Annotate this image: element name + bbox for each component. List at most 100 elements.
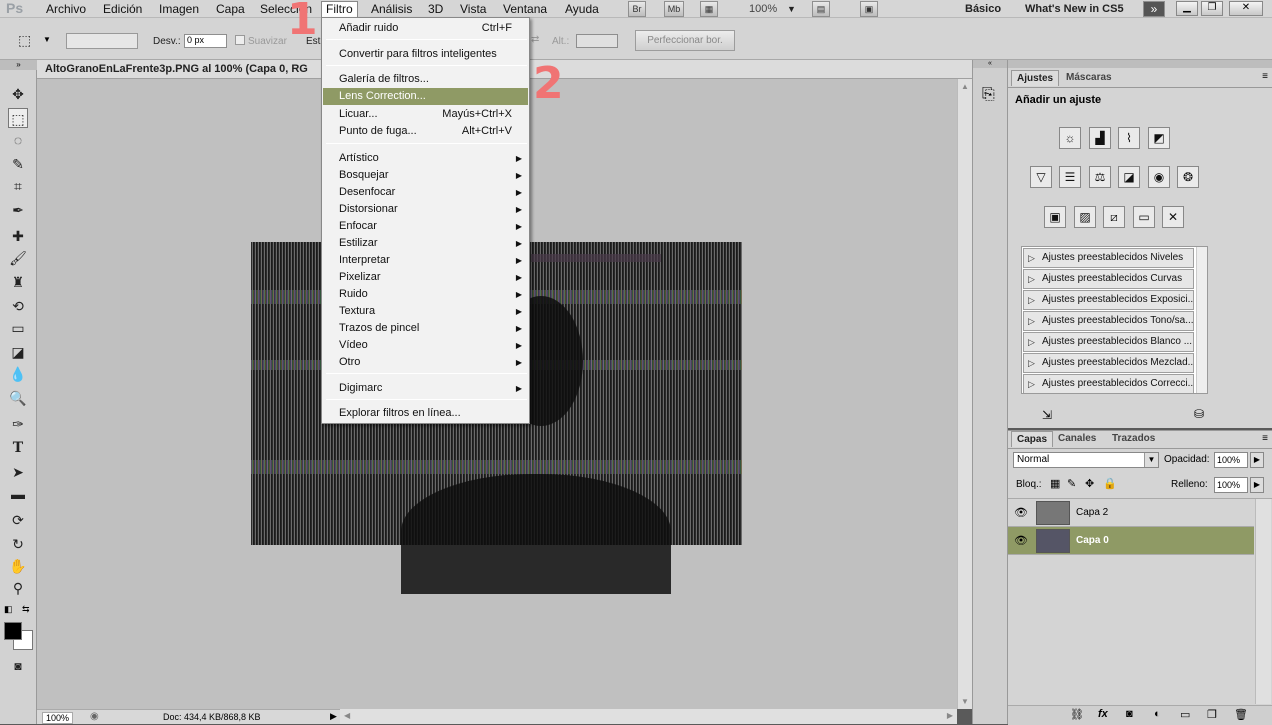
expand-view-icon[interactable]: ⇲	[1042, 408, 1052, 422]
panel-menu-icon[interactable]: ≡	[1262, 71, 1268, 82]
preset-mezclador[interactable]: ▷ Ajustes preestablecidos Mezclad...	[1023, 353, 1194, 373]
menu-item-otro[interactable]: Otro ▶	[323, 354, 528, 371]
layer-row-capa-2[interactable]: 👁 Capa 2	[1008, 499, 1254, 527]
selective-color-icon[interactable]: ✕	[1162, 206, 1184, 228]
panel-menu-icon[interactable]: ≡	[1262, 433, 1268, 444]
lock-transparency-icon[interactable]: ▦	[1050, 477, 1060, 490]
menu-item-vanishing-point[interactable]: Punto de fuga... Alt+Ctrl+V	[323, 123, 528, 140]
eye-icon[interactable]: 👁	[1014, 506, 1028, 519]
preset-correccion[interactable]: ▷ Ajustes preestablecidos Correcci...	[1023, 374, 1194, 393]
crop-tool-icon[interactable]: ⌗	[8, 176, 28, 196]
menu-item-interpretar[interactable]: Interpretar ▶	[323, 252, 528, 269]
eraser-tool-icon[interactable]: ▭	[8, 318, 28, 338]
curves-icon[interactable]: ⌇	[1118, 127, 1140, 149]
path-selection-tool-icon[interactable]: ➤	[8, 462, 28, 482]
layer-style-icon[interactable]: fx	[1098, 708, 1108, 720]
tab-canales[interactable]: Canales	[1053, 431, 1101, 447]
invert-icon[interactable]: ▣	[1044, 206, 1066, 228]
quick-selection-tool-icon[interactable]: ✎	[8, 154, 28, 174]
bridge-button[interactable]: Br	[628, 1, 646, 17]
workspace-basico[interactable]: Básico	[965, 1, 1001, 17]
gradient-map-icon[interactable]: ▭	[1133, 206, 1155, 228]
opacity-slider-arrow-icon[interactable]: ▶	[1250, 452, 1264, 468]
dodge-tool-icon[interactable]: 🔍	[8, 388, 28, 408]
blur-tool-icon[interactable]: 💧	[8, 364, 28, 384]
threshold-icon[interactable]: ⧄	[1103, 206, 1125, 228]
3d-rotate-tool-icon[interactable]: ⟳	[8, 510, 28, 530]
menu-edicion[interactable]: Edición	[99, 1, 146, 17]
menu-imagen[interactable]: Imagen	[155, 1, 203, 17]
menu-analisis[interactable]: Análisis	[367, 1, 416, 17]
screen-mode-icon[interactable]: ▣	[860, 1, 878, 17]
hand-tool-icon[interactable]: ✋	[8, 556, 28, 576]
restore-icon[interactable]: ❐	[1201, 1, 1223, 16]
presets-scrollbar[interactable]	[1196, 247, 1207, 393]
new-adjustment-layer-icon[interactable]: ◐	[1154, 708, 1161, 720]
height-input[interactable]	[576, 34, 618, 48]
lasso-tool-icon[interactable]: ◌	[8, 130, 28, 150]
menu-3d[interactable]: 3D	[424, 1, 447, 17]
color-balance-icon[interactable]: ⚖	[1089, 166, 1111, 188]
horizontal-scrollbar[interactable]: ◀ ▶	[340, 709, 957, 724]
menu-item-add-noise[interactable]: Añadir ruido Ctrl+F	[323, 20, 528, 37]
workspace-whats-new[interactable]: What's New in CS5	[1025, 1, 1124, 17]
lock-pixels-icon[interactable]: ✎	[1067, 477, 1076, 490]
opacity-input[interactable]: 100%	[1214, 452, 1248, 468]
menu-item-desenfocar[interactable]: Desenfocar ▶	[323, 184, 528, 201]
marquee-tool-icon[interactable]: ⬚	[8, 108, 28, 128]
tab-mascaras[interactable]: Máscaras	[1061, 70, 1117, 86]
link-layers-icon[interactable]: ⛓	[1070, 708, 1084, 721]
default-colors-icon[interactable]: ◧	[4, 604, 13, 615]
menu-item-lens-correction[interactable]: Lens Correction...	[323, 88, 528, 105]
view-extras-icon[interactable]: ▦	[700, 1, 718, 17]
tab-ajustes[interactable]: Ajustes	[1011, 70, 1060, 86]
clone-stamp-tool-icon[interactable]: ♜	[8, 272, 28, 292]
menu-capa[interactable]: Capa	[212, 1, 249, 17]
menu-item-ruido[interactable]: Ruido ▶	[323, 286, 528, 303]
photo-filter-icon[interactable]: ◉	[1148, 166, 1170, 188]
preset-blanco-negro[interactable]: ▷ Ajustes preestablecidos Blanco ...	[1023, 332, 1194, 352]
history-panel-icon[interactable]: ⎘	[982, 86, 995, 104]
3d-orbit-tool-icon[interactable]: ↻	[8, 534, 28, 554]
black-white-icon[interactable]: ◪	[1118, 166, 1140, 188]
lock-position-icon[interactable]: ✥	[1085, 477, 1094, 490]
foreground-color-swatch[interactable]	[4, 622, 22, 640]
more-workspaces-icon[interactable]: »	[1143, 1, 1165, 17]
clip-to-layer-icon[interactable]: ⛁	[1194, 407, 1204, 421]
fill-input[interactable]: 100%	[1214, 477, 1248, 493]
trash-icon[interactable]: 🗑	[1234, 708, 1248, 721]
marquee-preset-icon[interactable]: ⬚	[18, 32, 31, 49]
preset-curvas[interactable]: ▷ Ajustes preestablecidos Curvas	[1023, 269, 1194, 289]
minimize-icon[interactable]: ▁	[1176, 1, 1198, 16]
brush-tool-icon[interactable]: 🖌	[8, 248, 28, 268]
preset-exposicion[interactable]: ▷ Ajustes preestablecidos Exposici...	[1023, 290, 1194, 310]
history-brush-tool-icon[interactable]: ⟲	[8, 296, 28, 316]
add-mask-icon[interactable]: ◙	[1126, 708, 1133, 720]
arrange-documents-icon[interactable]: ▤	[812, 1, 830, 17]
refine-edge-button[interactable]: Perfeccionar bor.	[635, 30, 735, 51]
menu-item-pixelizar[interactable]: Pixelizar ▶	[323, 269, 528, 286]
feather-input[interactable]: 0 px	[184, 34, 227, 48]
preset-niveles[interactable]: ▷ Ajustes preestablecidos Niveles	[1023, 248, 1194, 268]
hue-saturation-icon[interactable]: ☰	[1059, 166, 1081, 188]
channel-mixer-icon[interactable]: ❂	[1177, 166, 1199, 188]
menu-item-artistico[interactable]: Artístico ▶	[323, 150, 528, 167]
status-menu-arrow-icon[interactable]: ▶	[330, 711, 337, 722]
status-icon[interactable]: ◉	[90, 711, 99, 722]
swap-colors-icon[interactable]: ⇆	[22, 604, 30, 615]
vertical-scrollbar[interactable]: ▲ ▼	[957, 79, 972, 709]
chevron-down-icon[interactable]: ▼	[787, 1, 796, 17]
menu-item-digimarc[interactable]: Digimarc ▶	[323, 380, 528, 397]
new-group-icon[interactable]: ▭	[1180, 708, 1190, 721]
selection-mode-group[interactable]	[66, 33, 138, 49]
minibridge-button[interactable]: Mb	[664, 1, 684, 17]
layers-scrollbar[interactable]	[1255, 499, 1271, 704]
shape-tool-icon[interactable]: ▬	[8, 484, 28, 504]
menu-item-browse-filters-online[interactable]: Explorar filtros en línea...	[323, 405, 528, 422]
vibrance-icon[interactable]: ▽	[1030, 166, 1052, 188]
quick-mask-icon[interactable]: ◙	[8, 656, 28, 676]
menu-item-filter-gallery[interactable]: Galería de filtros...	[323, 71, 528, 88]
pen-tool-icon[interactable]: ✑	[8, 414, 28, 434]
tab-capas[interactable]: Capas	[1011, 431, 1054, 447]
new-layer-icon[interactable]: ❐	[1207, 708, 1217, 721]
